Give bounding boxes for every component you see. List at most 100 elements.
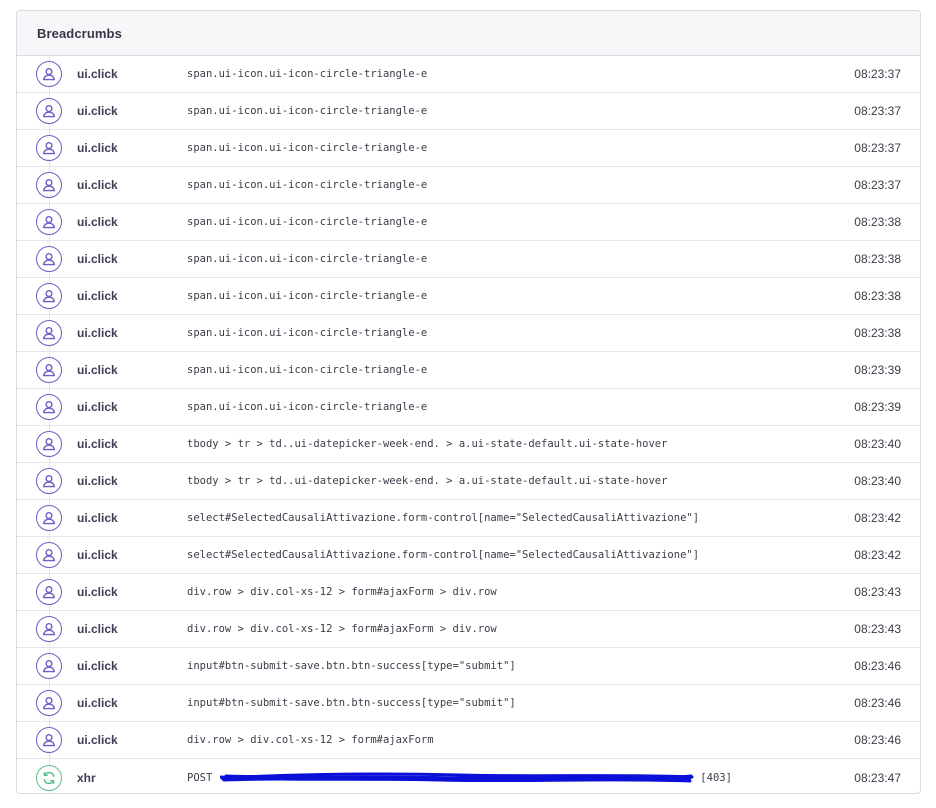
breadcrumb-timestamp: 08:23:43	[854, 622, 901, 636]
breadcrumb-category: ui.click	[77, 178, 118, 192]
breadcrumb-row-3[interactable]: ui.click span.ui-icon.ui-icon-circle-tri…	[17, 130, 920, 167]
user-icon	[36, 690, 62, 716]
breadcrumb-message: span.ui-icon.ui-icon-circle-triangle-e	[187, 290, 428, 302]
breadcrumb-timestamp: 08:23:40	[854, 437, 901, 451]
breadcrumb-message: tbody > tr > td..ui-datepicker-week-end.…	[187, 438, 668, 450]
breadcrumb-message: span.ui-icon.ui-icon-circle-triangle-e	[187, 216, 428, 228]
breadcrumb-row-17[interactable]: ui.click input#btn-submit-save.btn.btn-s…	[17, 648, 920, 685]
breadcrumb-message: input#btn-submit-save.btn.btn-success[ty…	[187, 660, 516, 672]
user-icon	[36, 283, 62, 309]
breadcrumb-row-5[interactable]: ui.click span.ui-icon.ui-icon-circle-tri…	[17, 204, 920, 241]
breadcrumb-row-19[interactable]: ui.click div.row > div.col-xs-12 > form#…	[17, 722, 920, 759]
breadcrumb-message: span.ui-icon.ui-icon-circle-triangle-e	[187, 401, 428, 413]
breadcrumb-timestamp: 08:23:47	[854, 771, 901, 785]
breadcrumb-message: div.row > div.col-xs-12 > form#ajaxForm …	[187, 586, 497, 598]
panel-header: Breadcrumbs	[17, 11, 920, 56]
response-status: [403]	[700, 772, 732, 784]
breadcrumb-row-4[interactable]: ui.click span.ui-icon.ui-icon-circle-tri…	[17, 167, 920, 204]
breadcrumb-row-9[interactable]: ui.click span.ui-icon.ui-icon-circle-tri…	[17, 352, 920, 389]
breadcrumb-message: span.ui-icon.ui-icon-circle-triangle-e	[187, 253, 428, 265]
breadcrumb-row-15[interactable]: ui.click div.row > div.col-xs-12 > form#…	[17, 574, 920, 611]
breadcrumb-timestamp: 08:23:38	[854, 215, 901, 229]
breadcrumb-row-7[interactable]: ui.click span.ui-icon.ui-icon-circle-tri…	[17, 278, 920, 315]
breadcrumb-message: span.ui-icon.ui-icon-circle-triangle-e	[187, 142, 428, 154]
breadcrumb-category: ui.click	[77, 252, 118, 266]
user-icon	[36, 209, 62, 235]
user-icon	[36, 320, 62, 346]
breadcrumb-list: ui.click span.ui-icon.ui-icon-circle-tri…	[17, 56, 920, 793]
user-icon	[36, 172, 62, 198]
breadcrumb-message: POST [403]	[187, 772, 732, 784]
breadcrumb-timestamp: 08:23:38	[854, 252, 901, 266]
breadcrumb-category: ui.click	[77, 67, 118, 81]
breadcrumb-message: span.ui-icon.ui-icon-circle-triangle-e	[187, 179, 428, 191]
breadcrumb-message: div.row > div.col-xs-12 > form#ajaxForm	[187, 734, 434, 746]
breadcrumb-category: ui.click	[77, 289, 118, 303]
breadcrumb-row-1[interactable]: ui.click span.ui-icon.ui-icon-circle-tri…	[17, 56, 920, 93]
breadcrumb-category: ui.click	[77, 326, 118, 340]
breadcrumb-category: ui.click	[77, 696, 118, 710]
breadcrumb-row-12[interactable]: ui.click tbody > tr > td..ui-datepicker-…	[17, 463, 920, 500]
user-icon	[36, 394, 62, 420]
breadcrumb-timestamp: 08:23:37	[854, 141, 901, 155]
user-icon	[36, 468, 62, 494]
breadcrumb-category: ui.click	[77, 659, 118, 673]
breadcrumb-row-18[interactable]: ui.click input#btn-submit-save.btn.btn-s…	[17, 685, 920, 722]
breadcrumb-message: span.ui-icon.ui-icon-circle-triangle-e	[187, 105, 428, 117]
breadcrumb-message: input#btn-submit-save.btn.btn-success[ty…	[187, 697, 516, 709]
breadcrumb-category: ui.click	[77, 474, 118, 488]
breadcrumb-message: span.ui-icon.ui-icon-circle-triangle-e	[187, 68, 428, 80]
breadcrumb-row-xhr[interactable]: xhr POST [403] 08:23:47	[17, 759, 920, 793]
breadcrumb-timestamp: 08:23:38	[854, 326, 901, 340]
user-icon	[36, 616, 62, 642]
breadcrumb-category: ui.click	[77, 733, 118, 747]
breadcrumb-category: ui.click	[77, 215, 118, 229]
user-icon	[36, 505, 62, 531]
breadcrumb-timestamp: 08:23:42	[854, 548, 901, 562]
refresh-icon	[36, 765, 62, 791]
user-icon	[36, 135, 62, 161]
breadcrumb-category: ui.click	[77, 141, 118, 155]
breadcrumb-category: xhr	[77, 771, 96, 785]
breadcrumb-timestamp: 08:23:39	[854, 400, 901, 414]
breadcrumb-timestamp: 08:23:46	[854, 733, 901, 747]
breadcrumb-timestamp: 08:23:37	[854, 67, 901, 81]
breadcrumb-row-2[interactable]: ui.click span.ui-icon.ui-icon-circle-tri…	[17, 93, 920, 130]
breadcrumb-row-8[interactable]: ui.click span.ui-icon.ui-icon-circle-tri…	[17, 315, 920, 352]
breadcrumbs-panel: Breadcrumbs ui.click span.ui-icon.ui-ico…	[16, 10, 921, 794]
breadcrumb-message: select#SelectedCausaliAttivazione.form-c…	[187, 512, 700, 524]
breadcrumb-row-16[interactable]: ui.click div.row > div.col-xs-12 > form#…	[17, 611, 920, 648]
breadcrumb-message: span.ui-icon.ui-icon-circle-triangle-e	[187, 364, 428, 376]
breadcrumb-row-11[interactable]: ui.click tbody > tr > td..ui-datepicker-…	[17, 426, 920, 463]
user-icon	[36, 431, 62, 457]
breadcrumb-row-10[interactable]: ui.click span.ui-icon.ui-icon-circle-tri…	[17, 389, 920, 426]
breadcrumb-timestamp: 08:23:42	[854, 511, 901, 525]
breadcrumb-category: ui.click	[77, 622, 118, 636]
breadcrumb-timestamp: 08:23:37	[854, 104, 901, 118]
breadcrumb-timestamp: 08:23:39	[854, 363, 901, 377]
breadcrumb-row-13[interactable]: ui.click select#SelectedCausaliAttivazio…	[17, 500, 920, 537]
breadcrumb-category: ui.click	[77, 511, 118, 525]
user-icon	[36, 542, 62, 568]
breadcrumb-category: ui.click	[77, 548, 118, 562]
breadcrumb-category: ui.click	[77, 400, 118, 414]
request-method: POST	[187, 772, 213, 784]
breadcrumb-row-6[interactable]: ui.click span.ui-icon.ui-icon-circle-tri…	[17, 241, 920, 278]
breadcrumb-timestamp: 08:23:38	[854, 289, 901, 303]
breadcrumb-message: tbody > tr > td..ui-datepicker-week-end.…	[187, 475, 668, 487]
redacted-url-scribble	[220, 772, 694, 784]
breadcrumb-timestamp: 08:23:43	[854, 585, 901, 599]
breadcrumb-timestamp: 08:23:37	[854, 178, 901, 192]
user-icon	[36, 246, 62, 272]
breadcrumb-category: ui.click	[77, 437, 118, 451]
breadcrumb-timestamp: 08:23:46	[854, 659, 901, 673]
user-icon	[36, 98, 62, 124]
user-icon	[36, 727, 62, 753]
breadcrumb-row-14[interactable]: ui.click select#SelectedCausaliAttivazio…	[17, 537, 920, 574]
user-icon	[36, 579, 62, 605]
breadcrumb-category: ui.click	[77, 104, 118, 118]
breadcrumb-message: select#SelectedCausaliAttivazione.form-c…	[187, 549, 700, 561]
user-icon	[36, 357, 62, 383]
breadcrumb-timestamp: 08:23:46	[854, 696, 901, 710]
breadcrumb-category: ui.click	[77, 363, 118, 377]
